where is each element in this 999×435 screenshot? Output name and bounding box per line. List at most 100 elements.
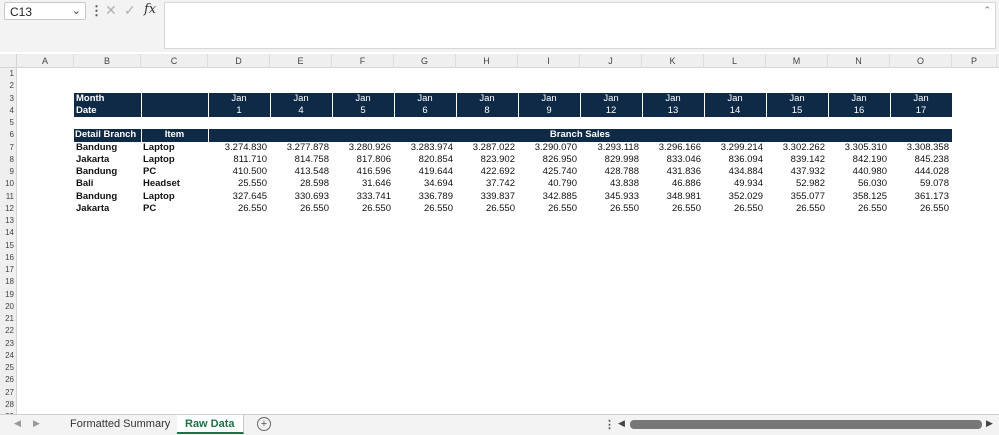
date-cell[interactable]: 8 bbox=[456, 105, 518, 117]
sales-cell[interactable]: 352.029 bbox=[704, 191, 766, 203]
row-header-15[interactable]: 15 bbox=[0, 240, 16, 252]
sales-cell[interactable]: 820.854 bbox=[394, 154, 456, 166]
sales-cell[interactable]: 814.758 bbox=[270, 154, 332, 166]
sales-cell[interactable]: 330.693 bbox=[270, 191, 332, 203]
branch-cell[interactable]: Bandung bbox=[76, 166, 143, 178]
tab-raw-data[interactable]: Raw Data bbox=[177, 415, 244, 434]
date-cell[interactable]: 1 bbox=[208, 105, 270, 117]
scroll-left-icon[interactable]: ◀ bbox=[618, 418, 625, 429]
row-header-17[interactable]: 17 bbox=[0, 264, 16, 276]
month-cell[interactable]: Jan bbox=[704, 93, 766, 105]
row-header-9[interactable]: 9 bbox=[0, 166, 16, 178]
sales-cell[interactable]: 425.740 bbox=[518, 166, 580, 178]
name-box[interactable]: C13 ⌄ bbox=[4, 2, 86, 20]
sales-cell[interactable]: 3.308.358 bbox=[890, 142, 952, 154]
row-header-24[interactable]: 24 bbox=[0, 350, 16, 362]
sales-cell[interactable]: 25.550 bbox=[208, 178, 270, 190]
add-sheet-icon[interactable]: + bbox=[257, 417, 271, 431]
month-cell[interactable]: Jan bbox=[332, 93, 394, 105]
sales-cell[interactable]: 52.982 bbox=[766, 178, 828, 190]
sales-cell[interactable]: 358.125 bbox=[828, 191, 890, 203]
sales-cell[interactable]: 342.885 bbox=[518, 191, 580, 203]
sales-cell[interactable]: 817.806 bbox=[332, 154, 394, 166]
chevron-down-icon[interactable]: ⌄ bbox=[72, 4, 81, 17]
column-header-o[interactable]: O bbox=[890, 54, 952, 68]
sales-cell[interactable]: 3.280.926 bbox=[332, 142, 394, 154]
date-cell[interactable]: 6 bbox=[394, 105, 456, 117]
month-cell[interactable]: Jan bbox=[208, 93, 270, 105]
sales-cell[interactable]: 345.933 bbox=[580, 191, 642, 203]
row-header-19[interactable]: 19 bbox=[0, 289, 16, 301]
row-header-1[interactable]: 1 bbox=[0, 68, 16, 80]
sales-cell[interactable]: 56.030 bbox=[828, 178, 890, 190]
row-header-16[interactable]: 16 bbox=[0, 252, 16, 264]
sales-cell[interactable]: 845.238 bbox=[890, 154, 952, 166]
sales-cell[interactable]: 3.274.830 bbox=[208, 142, 270, 154]
sales-cell[interactable]: 59.078 bbox=[890, 178, 952, 190]
branch-cell[interactable]: Bandung bbox=[76, 142, 143, 154]
sales-cell[interactable]: 40.790 bbox=[518, 178, 580, 190]
sales-cell[interactable]: 413.548 bbox=[270, 166, 332, 178]
sales-cell[interactable]: 26.550 bbox=[208, 203, 270, 215]
select-all-corner[interactable] bbox=[0, 54, 17, 68]
sales-cell[interactable]: 26.550 bbox=[642, 203, 704, 215]
sales-cell[interactable]: 3.302.262 bbox=[766, 142, 828, 154]
row-header-28[interactable]: 28 bbox=[0, 399, 16, 411]
row-header-6[interactable]: 6 bbox=[0, 129, 16, 141]
sales-cell[interactable]: 26.550 bbox=[766, 203, 828, 215]
month-cell[interactable]: Jan bbox=[828, 93, 890, 105]
date-cell[interactable]: 12 bbox=[580, 105, 642, 117]
sales-cell[interactable]: 26.550 bbox=[704, 203, 766, 215]
row-header-10[interactable]: 10 bbox=[0, 178, 16, 190]
sales-cell[interactable]: 26.550 bbox=[332, 203, 394, 215]
row-header-20[interactable]: 20 bbox=[0, 301, 16, 313]
sales-cell[interactable]: 419.644 bbox=[394, 166, 456, 178]
row-header-18[interactable]: 18 bbox=[0, 276, 16, 288]
branch-cell[interactable]: Jakarta bbox=[76, 203, 143, 215]
date-cell[interactable]: 15 bbox=[766, 105, 828, 117]
sales-cell[interactable]: 842.190 bbox=[828, 154, 890, 166]
column-header-e[interactable]: E bbox=[270, 54, 332, 68]
sales-cell[interactable]: 428.788 bbox=[580, 166, 642, 178]
cell-grid[interactable]: Month Date Jan Jan Jan Jan Jan Jan Jan Jan Jan Jan J… bbox=[17, 68, 999, 414]
month-cell[interactable]: Jan bbox=[580, 93, 642, 105]
sales-cell[interactable]: 444.028 bbox=[890, 166, 952, 178]
previous-sheet-icon[interactable]: ◀ bbox=[14, 418, 21, 429]
sales-cell[interactable]: 833.046 bbox=[642, 154, 704, 166]
sales-cell[interactable]: 46.886 bbox=[642, 178, 704, 190]
date-cell[interactable]: 13 bbox=[642, 105, 704, 117]
scroll-right-icon[interactable]: ▶ bbox=[986, 418, 993, 429]
sales-cell[interactable]: 836.094 bbox=[704, 154, 766, 166]
branch-cell[interactable]: Bandung bbox=[76, 191, 143, 203]
date-cell[interactable]: 14 bbox=[704, 105, 766, 117]
date-cell[interactable]: 9 bbox=[518, 105, 580, 117]
date-cell[interactable]: 16 bbox=[828, 105, 890, 117]
row-header-4[interactable]: 4 bbox=[0, 105, 16, 117]
item-cell[interactable]: PC bbox=[143, 203, 210, 215]
row-header-7[interactable]: 7 bbox=[0, 142, 16, 154]
date-cell[interactable]: 17 bbox=[890, 105, 952, 117]
date-cell[interactable]: 5 bbox=[332, 105, 394, 117]
collapse-formula-bar-icon[interactable]: ⌃ bbox=[983, 5, 991, 16]
sales-cell[interactable]: 3.305.310 bbox=[828, 142, 890, 154]
sales-cell[interactable]: 26.550 bbox=[828, 203, 890, 215]
sales-cell[interactable]: 422.692 bbox=[456, 166, 518, 178]
month-cell[interactable]: Jan bbox=[642, 93, 704, 105]
item-cell[interactable]: Headset bbox=[143, 178, 210, 190]
sales-cell[interactable]: 26.550 bbox=[890, 203, 952, 215]
sales-cell[interactable]: 437.932 bbox=[766, 166, 828, 178]
sales-cell[interactable]: 431.836 bbox=[642, 166, 704, 178]
sales-cell[interactable]: 410.500 bbox=[208, 166, 270, 178]
row-header-11[interactable]: 11 bbox=[0, 191, 16, 203]
formula-input[interactable]: ⌃ bbox=[164, 2, 996, 49]
row-header-8[interactable]: 8 bbox=[0, 154, 16, 166]
sales-cell[interactable]: 3.283.974 bbox=[394, 142, 456, 154]
sales-cell[interactable]: 3.287.022 bbox=[456, 142, 518, 154]
column-header-m[interactable]: M bbox=[766, 54, 828, 68]
row-header-21[interactable]: 21 bbox=[0, 313, 16, 325]
month-cell[interactable]: Jan bbox=[890, 93, 952, 105]
sales-cell[interactable]: 416.596 bbox=[332, 166, 394, 178]
row-header-22[interactable]: 22 bbox=[0, 325, 16, 337]
column-header-n[interactable]: N bbox=[828, 54, 890, 68]
sales-cell[interactable]: 348.981 bbox=[642, 191, 704, 203]
